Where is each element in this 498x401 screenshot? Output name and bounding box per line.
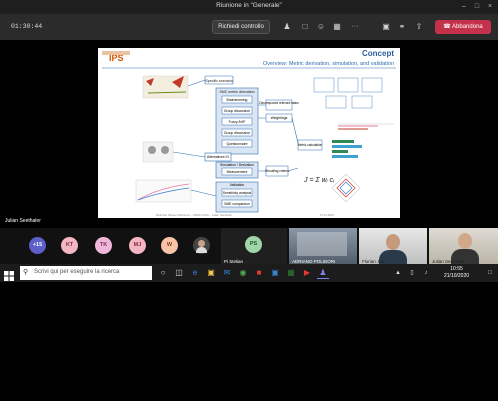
participant-tile-video-3[interactable]: Julian Seethaler	[429, 228, 498, 266]
slide-title: Concept	[362, 49, 394, 58]
task-view-icon[interactable]: ◫	[173, 267, 185, 279]
participants-icon[interactable]: ♟	[282, 22, 292, 32]
slide-footer-right: 07.11.2020	[320, 213, 334, 217]
camera-icon[interactable]: ▣	[381, 22, 391, 32]
presenter-name: Julian Seethaler	[5, 218, 41, 224]
share-screen-icon[interactable]: ⇧	[414, 22, 424, 32]
cortana-icon[interactable]: ○	[157, 267, 169, 279]
search-icon: ⚲	[23, 269, 29, 276]
participant-avatar-mj[interactable]: MJ	[129, 237, 146, 254]
box-simulation: Simulation / Derivation	[220, 163, 254, 167]
flow-diagram: Specific scenario SMC metric derivation …	[172, 75, 323, 213]
bar-chart-image	[330, 136, 370, 160]
presentation-slide: IPS Concept Overview: Metric derivation,…	[98, 48, 400, 218]
notifications-icon[interactable]: □	[484, 267, 496, 279]
rooms-icon[interactable]: ▦	[332, 22, 342, 32]
teams-icon[interactable]: ♟	[317, 267, 329, 279]
network-icon[interactable]: ▲	[392, 267, 404, 279]
box-decomposed-tasks: Decomposed relevant tasks	[259, 101, 299, 105]
title-bar: Riunione in "Generale" – □ ×	[0, 0, 498, 14]
box-questionnaire: Questionnaire	[226, 142, 247, 146]
participant-tile-video-2[interactable]: Florian Jae	[359, 228, 427, 266]
box-group-discussion: Group discussion	[224, 109, 250, 113]
outlook-icon[interactable]: ▣	[269, 267, 281, 279]
participant-avatar-w[interactable]: W	[161, 237, 178, 254]
logo-band	[102, 51, 130, 55]
more-participants-badge[interactable]: +15	[29, 237, 46, 254]
microphone-icon[interactable]: ⚭	[397, 22, 407, 32]
taskbar-time: 10:55	[450, 266, 463, 272]
taskbar-search-box[interactable]: ⚲ Scrivi qui per eseguire la ricerca	[20, 266, 152, 280]
participant-avatar-tk[interactable]: TK	[95, 237, 112, 254]
box-sme-comparison: SME comparison	[224, 202, 250, 206]
participant-tile-pi-stelian[interactable]: PS Pi Stelian	[221, 228, 287, 266]
box-validation: Validation	[230, 183, 245, 187]
box-specific-scenario: Specific scenario	[205, 79, 232, 83]
chat-icon[interactable]: □	[300, 22, 310, 32]
file-explorer-icon[interactable]: ▣	[205, 267, 217, 279]
windows-taskbar: ⚲ Scrivi qui per eseguire la ricerca ○ ◫…	[0, 264, 498, 282]
reactions-icon[interactable]: ☺	[316, 22, 326, 32]
maximize-icon[interactable]: □	[471, 1, 483, 12]
request-control-button[interactable]: Richiedi controllo	[212, 20, 270, 34]
slide-footer-left: Multi-filer Mission Efficiency – AMIS4 2…	[156, 213, 232, 217]
participant-avatar-kt[interactable]: KT	[61, 237, 78, 254]
leave-label: Abbandona	[452, 24, 483, 30]
operators-image	[142, 141, 174, 163]
more-options-icon[interactable]: ···	[348, 22, 362, 32]
battery-icon[interactable]: ▯	[406, 267, 418, 279]
slide-subtitle: Overview: Metric derivation, simulation,…	[263, 61, 394, 67]
leave-button[interactable]: ☎ Abbandona	[435, 20, 491, 34]
participant-photo-avatar[interactable]	[193, 237, 210, 254]
box-metric-calculation: Metric calculation	[298, 143, 323, 147]
box-alternatives: Alternatives IO	[207, 155, 230, 159]
box-weightings: Weightings	[271, 116, 288, 120]
shared-screen: IPS Concept Overview: Metric derivation,…	[0, 40, 498, 228]
aircraft-scenario-image	[142, 75, 189, 99]
task-tables-image	[313, 77, 383, 109]
box-brainstorming: Brainstorming	[227, 98, 248, 102]
box-sensitivity: Sensitivity analysis	[223, 191, 252, 195]
box-resulting-criteria: Resulting criteria	[265, 169, 289, 173]
box-measurement: Measurement	[227, 170, 248, 174]
office-icon[interactable]: ■	[253, 267, 265, 279]
meeting-toolbar: 01:30:44 Richiedi controllo ♟ □ ☺ ▦ ··· …	[0, 14, 498, 40]
radar-chart-image	[331, 173, 361, 203]
box-group-discussion-2: Group discussion	[224, 131, 250, 135]
box-fuzzy-ahp: Fuzzy AHP	[229, 120, 247, 124]
search-placeholder: Scrivi qui per eseguire la ricerca	[34, 269, 120, 275]
windows-start-icon[interactable]	[4, 268, 14, 281]
chrome-icon[interactable]: ◉	[237, 267, 249, 279]
taskbar-date: 21/10/2020	[444, 273, 470, 279]
edge-icon[interactable]: e	[189, 267, 201, 279]
metric-formula: J = Σ wᵢ cᵢ	[303, 177, 334, 184]
excel-icon[interactable]: ▦	[285, 267, 297, 279]
minimize-icon[interactable]: –	[458, 1, 470, 12]
window-title: Riunione in "Generale"	[216, 2, 282, 9]
participant-avatar-ps: PS	[245, 236, 262, 253]
volume-icon[interactable]: ♪	[420, 267, 432, 279]
participant-tile-video-1[interactable]: ADRIANO POLIDORI	[289, 228, 357, 266]
mail-icon[interactable]: ✉	[221, 267, 233, 279]
box-smc-derivation: SMC metric derivation	[219, 90, 254, 94]
taskbar-clock[interactable]: 10:55 21/10/2020	[444, 266, 469, 280]
simulation-plot-image	[135, 179, 192, 203]
meeting-timer: 01:30:44	[11, 23, 43, 30]
close-icon[interactable]: ×	[484, 1, 496, 12]
weighting-chart-image	[338, 123, 394, 130]
participants-strip: +15 KT TK MJ W PS Pi Stelian ADRIANO POL…	[0, 228, 498, 266]
powerpoint-icon[interactable]: ▶	[301, 267, 313, 279]
teams-meeting-window: Riunione in "Generale" – □ × 01:30:44 Ri…	[0, 0, 498, 401]
slide-diagram: IPS Concept Overview: Metric derivation,…	[102, 49, 396, 217]
